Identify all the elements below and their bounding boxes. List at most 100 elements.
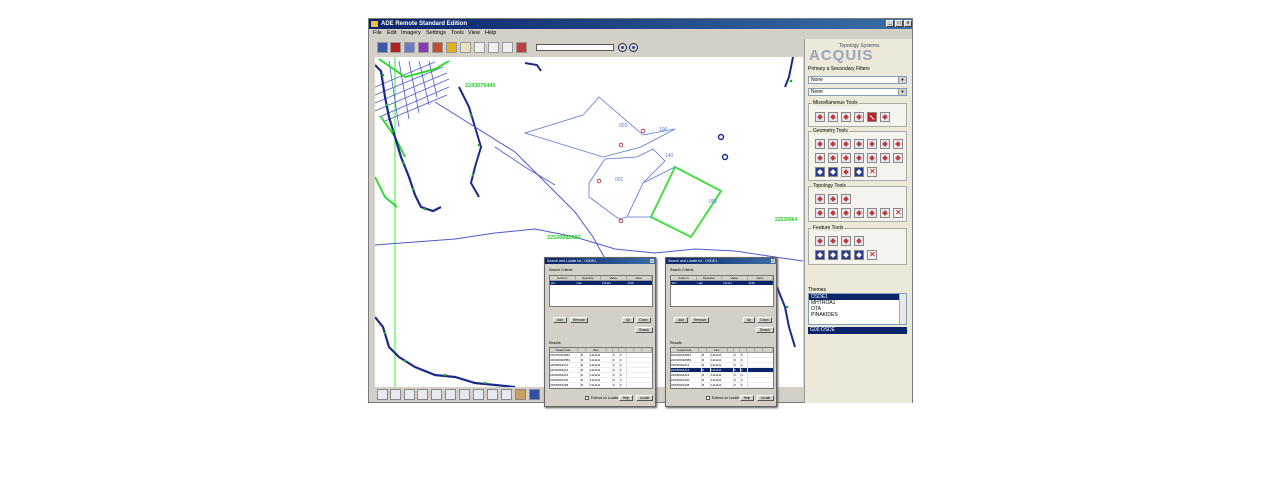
add-button[interactable]: Add: [674, 317, 688, 323]
zoom-tool-icon[interactable]: [841, 112, 851, 122]
info-tool-icon[interactable]: [854, 112, 864, 122]
themes-list[interactable]: OSDE1 MHTROA1 OTA PINAKIDES: [808, 293, 907, 325]
rotate-icon[interactable]: [841, 153, 851, 163]
zoom-extent-icon[interactable]: [404, 389, 415, 400]
go-icon[interactable]: [618, 43, 627, 52]
draw-point-icon[interactable]: [815, 139, 825, 149]
stop-icon[interactable]: [867, 112, 877, 122]
redo-icon[interactable]: [502, 42, 513, 53]
search-input[interactable]: [536, 44, 614, 51]
menu-edit[interactable]: Edit: [387, 29, 396, 38]
dialog-close-button[interactable]: x: [771, 259, 775, 263]
topo-merge-icon[interactable]: [841, 208, 851, 218]
select-icon[interactable]: [474, 42, 485, 53]
current-theme[interactable]: G06:OSDE: [808, 327, 907, 334]
add-vertex-icon[interactable]: [867, 139, 877, 149]
topo-face-icon[interactable]: [841, 194, 851, 204]
undo-icon[interactable]: [488, 42, 499, 53]
theme-item[interactable]: PINAKIDES: [809, 312, 906, 318]
lock-icon[interactable]: [446, 42, 457, 53]
search-button[interactable]: Search: [635, 327, 653, 333]
pan-up-icon[interactable]: [431, 389, 442, 400]
topo-split-icon[interactable]: [854, 208, 864, 218]
copy-icon[interactable]: [893, 153, 903, 163]
topo-edge-icon[interactable]: [828, 194, 838, 204]
topo-move-icon[interactable]: [867, 208, 877, 218]
menu-file[interactable]: File: [373, 29, 382, 38]
save-icon[interactable]: [390, 42, 401, 53]
extend-checkbox[interactable]: [706, 396, 710, 400]
themes-scrollbar[interactable]: [899, 294, 906, 324]
union-icon[interactable]: [828, 167, 838, 177]
chevron-down-icon[interactable]: ▼: [898, 77, 906, 83]
move-vertex-icon[interactable]: [854, 139, 864, 149]
results-table[interactable]: Kaerpcode Kkv 240025034862 R 1111111 0 3 240025…: [549, 347, 653, 389]
layer-add-icon[interactable]: [404, 42, 415, 53]
criteria-table[interactable]: Column Operator Value Next khv Like 111111 AND: [549, 275, 653, 307]
maximize-button[interactable]: □: [895, 20, 903, 27]
up-button[interactable]: Up: [622, 317, 634, 323]
locate-button[interactable]: Locate: [636, 395, 653, 401]
pan-down-icon[interactable]: [445, 389, 456, 400]
clip-icon[interactable]: [841, 167, 851, 177]
topo-clean-icon[interactable]: [880, 208, 890, 218]
menu-settings[interactable]: Settings: [426, 29, 446, 38]
menu-imagery[interactable]: Imagery: [401, 29, 421, 38]
remove-button[interactable]: Remove: [570, 317, 588, 323]
pointer-tool-icon[interactable]: [815, 112, 825, 122]
delete-vertex-icon[interactable]: [880, 139, 890, 149]
select-tool-icon[interactable]: [828, 112, 838, 122]
feature-split-icon[interactable]: [854, 250, 864, 260]
help-button[interactable]: Help: [619, 395, 633, 401]
up-button[interactable]: Up: [743, 317, 755, 323]
table-row[interactable]: 22530064208 R 1111111 0 3: [550, 383, 652, 388]
topo-node-icon[interactable]: [815, 194, 825, 204]
criteria-row[interactable]: khv Like 111111 AND: [671, 281, 773, 285]
topo-delete-icon[interactable]: [893, 208, 903, 218]
previous-extent-icon[interactable]: [473, 389, 484, 400]
minimize-button[interactable]: _: [886, 20, 894, 27]
primary-filter-select[interactable]: None ▼: [808, 76, 907, 84]
feature-link-icon[interactable]: [815, 250, 825, 260]
draw-polygon-icon[interactable]: [841, 139, 851, 149]
results-table[interactable]: Kaerpcode Kkv 240025034862 R 1111111 0 3 240025…: [670, 347, 774, 389]
reshape-icon[interactable]: [854, 167, 864, 177]
close-button[interactable]: x: [904, 20, 912, 27]
snap-icon[interactable]: [815, 153, 825, 163]
feature-add-icon[interactable]: [815, 236, 825, 246]
offset-icon[interactable]: [828, 153, 838, 163]
search-button[interactable]: Search: [756, 327, 774, 333]
dialog-close-button[interactable]: x: [650, 259, 654, 263]
feature-delete-icon[interactable]: [867, 250, 877, 260]
map-icon[interactable]: [529, 389, 540, 400]
measure-icon[interactable]: [501, 389, 512, 400]
secondary-filter-select[interactable]: None ▼: [808, 88, 907, 96]
help-button[interactable]: Help: [740, 395, 754, 401]
menu-tools[interactable]: Tools: [451, 29, 464, 38]
down-button[interactable]: Down: [757, 317, 772, 323]
locate-button[interactable]: Locate: [757, 395, 774, 401]
menu-help[interactable]: Help: [485, 29, 496, 38]
table-row[interactable]: 22530064208 R 1111111 0 3: [671, 383, 773, 388]
split-icon[interactable]: [893, 139, 903, 149]
draw-line-icon[interactable]: [828, 139, 838, 149]
criteria-row[interactable]: khv Like 111111 AND: [550, 281, 652, 285]
layer-remove-icon[interactable]: [418, 42, 429, 53]
report-tool-icon[interactable]: [880, 112, 890, 122]
identify-icon[interactable]: [515, 389, 526, 400]
zoom-in-icon[interactable]: [377, 389, 388, 400]
criteria-table[interactable]: Column Operator Value Next khv Like 111111 AND: [670, 275, 774, 307]
topo-validate-icon[interactable]: [828, 208, 838, 218]
topo-build-icon[interactable]: [815, 208, 825, 218]
extend-checkbox[interactable]: [585, 396, 589, 400]
zoom-out-icon[interactable]: [390, 389, 401, 400]
next-extent-icon[interactable]: [487, 389, 498, 400]
buffer-icon[interactable]: [815, 167, 825, 177]
trim-icon[interactable]: [867, 153, 877, 163]
feature-move-icon[interactable]: [841, 250, 851, 260]
feature-copy-icon[interactable]: [828, 250, 838, 260]
pan-left-icon[interactable]: [417, 389, 428, 400]
feature-table-icon[interactable]: [854, 236, 864, 246]
menu-view[interactable]: View: [468, 29, 480, 38]
merge-icon[interactable]: [854, 153, 864, 163]
